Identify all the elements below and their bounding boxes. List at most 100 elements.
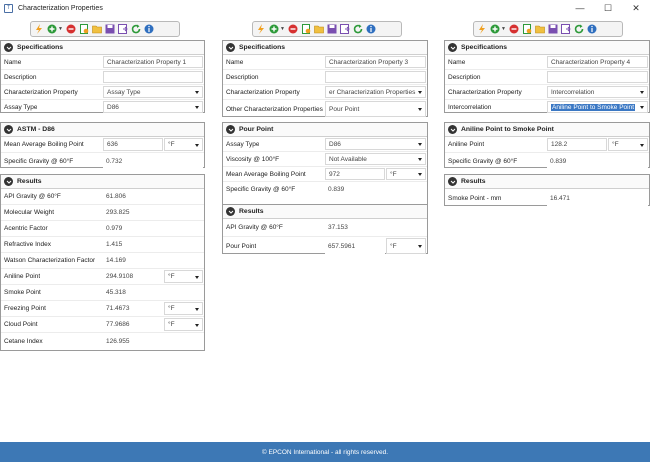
smoke-point-label: Smoke Point - mm — [448, 194, 502, 202]
mabp-field[interactable]: 972 — [325, 168, 385, 180]
lightning-icon[interactable] — [477, 24, 487, 34]
new-document-icon[interactable] — [79, 24, 89, 34]
collapse-icon[interactable] — [4, 177, 13, 186]
name-field[interactable]: Characterization Property 1 — [103, 56, 203, 68]
result-label: Cetane Index — [4, 338, 43, 345]
add-icon[interactable] — [490, 24, 500, 34]
result-value: 1.415 — [103, 238, 203, 251]
description-label: Description — [226, 73, 259, 81]
smoke-point-value: 16.471 — [547, 190, 648, 206]
open-folder-icon[interactable] — [92, 24, 102, 34]
panel-title: Results — [461, 178, 486, 185]
toolbar-col2: ▼ — [252, 21, 402, 37]
maximize-button[interactable]: ☐ — [594, 0, 622, 16]
info-icon[interactable] — [144, 24, 154, 34]
characterization-property-select[interactable]: Intercorrelation — [547, 86, 648, 98]
save-as-icon[interactable] — [117, 24, 128, 34]
viscosity-select[interactable]: Not Available — [325, 153, 426, 165]
lightning-icon[interactable] — [34, 24, 44, 34]
result-label: Acentric Factor — [4, 225, 48, 232]
panel-title: Specifications — [17, 44, 64, 51]
save-as-icon[interactable] — [339, 24, 350, 34]
toolbar-col3: ▼ — [473, 21, 623, 37]
name-field[interactable]: Characterization Property 4 — [547, 56, 648, 68]
intercorrelation-select[interactable]: Aniline Point to Smoke Point — [547, 101, 648, 113]
save-as-icon[interactable] — [560, 24, 571, 34]
specific-gravity-field[interactable]: 0.732 — [103, 154, 203, 168]
save-icon[interactable] — [105, 24, 115, 34]
remove-icon[interactable] — [66, 24, 76, 34]
save-icon[interactable] — [327, 24, 337, 34]
open-folder-icon[interactable] — [314, 24, 324, 34]
new-document-icon[interactable] — [522, 24, 532, 34]
assay-type-select[interactable]: D86 — [325, 138, 426, 150]
result-value: 294.9108 — [103, 270, 163, 283]
unit-select[interactable]: °F — [164, 270, 203, 283]
result-value: 0.979 — [103, 222, 203, 235]
collapse-icon[interactable] — [226, 43, 235, 52]
result-label: Cloud Point — [4, 321, 38, 328]
description-label: Description — [448, 73, 481, 81]
result-label: API Gravity @ 60°F — [4, 193, 61, 200]
specific-gravity-label: Specific Gravity @ 60°F — [226, 186, 296, 193]
new-document-icon[interactable] — [301, 24, 311, 34]
specific-gravity-field[interactable]: 0.839 — [325, 183, 426, 196]
characterization-property-select[interactable]: er Characterization Properties — [325, 86, 426, 98]
result-value: 126.955 — [103, 334, 203, 349]
remove-icon[interactable] — [288, 24, 298, 34]
results-panel-2: Results API Gravity @ 60°F 37.153 Pour Po… — [222, 204, 428, 254]
result-label: Freezing Point — [4, 305, 46, 312]
refresh-icon[interactable] — [353, 24, 363, 34]
collapse-icon[interactable] — [448, 125, 457, 134]
add-icon[interactable] — [269, 24, 279, 34]
specific-gravity-field[interactable]: 0.839 — [547, 154, 648, 168]
result-value: 77.9686 — [103, 318, 163, 331]
characterization-property-select[interactable]: Assay Type — [103, 86, 203, 98]
collapse-icon[interactable] — [4, 43, 13, 52]
close-button[interactable]: ✕ — [622, 0, 650, 16]
unit-select[interactable]: °F — [608, 138, 648, 151]
result-label: Watson Characterization Factor — [4, 257, 96, 264]
result-value: 293.825 — [103, 206, 203, 219]
viscosity-label: Viscosity @ 100°F — [226, 155, 280, 163]
save-icon[interactable] — [548, 24, 558, 34]
description-field[interactable] — [547, 71, 648, 83]
assay-type-select[interactable]: D86 — [103, 101, 203, 113]
collapse-icon[interactable] — [448, 177, 457, 186]
refresh-icon[interactable] — [131, 24, 141, 34]
unit-select[interactable]: °F — [164, 302, 203, 315]
info-icon[interactable] — [366, 24, 376, 34]
other-properties-select[interactable]: Pour Point — [325, 101, 426, 117]
api-gravity-value: 37.153 — [325, 220, 426, 235]
collapse-icon[interactable] — [4, 125, 13, 134]
collapse-icon[interactable] — [226, 125, 235, 134]
unit-select[interactable]: °F — [386, 238, 426, 254]
collapse-icon[interactable] — [226, 207, 235, 216]
chevron-down-icon[interactable]: ▼ — [58, 26, 63, 32]
refresh-icon[interactable] — [574, 24, 584, 34]
minimize-button[interactable]: — — [566, 0, 594, 16]
name-label: Name — [4, 58, 22, 66]
name-field[interactable]: Characterization Property 3 — [325, 56, 426, 68]
open-folder-icon[interactable] — [535, 24, 545, 34]
panel-title: Aniline Point to Smoke Point — [461, 126, 554, 133]
panel-title: Results — [239, 208, 264, 215]
aniline-point-field[interactable]: 128.2 — [547, 138, 607, 151]
panel-title: ASTM - D86 — [17, 126, 55, 133]
mabp-unit-select[interactable]: °F — [386, 168, 426, 180]
unit-select[interactable]: °F — [164, 318, 203, 331]
lightning-icon[interactable] — [256, 24, 266, 34]
description-field[interactable] — [103, 71, 203, 83]
aniline-point-panel: Aniline Point to Smoke Point Aniline Poi… — [444, 122, 650, 168]
collapse-icon[interactable] — [448, 43, 457, 52]
chevron-down-icon[interactable]: ▼ — [280, 26, 285, 32]
panel-title: Specifications — [461, 44, 508, 51]
description-field[interactable] — [325, 71, 426, 83]
description-label: Description — [4, 73, 37, 81]
mabp-unit-select[interactable]: °F — [164, 138, 203, 151]
info-icon[interactable] — [587, 24, 597, 34]
remove-icon[interactable] — [509, 24, 519, 34]
add-icon[interactable] — [47, 24, 57, 34]
chevron-down-icon[interactable]: ▼ — [501, 26, 506, 32]
mabp-field[interactable]: 636 — [103, 138, 163, 151]
